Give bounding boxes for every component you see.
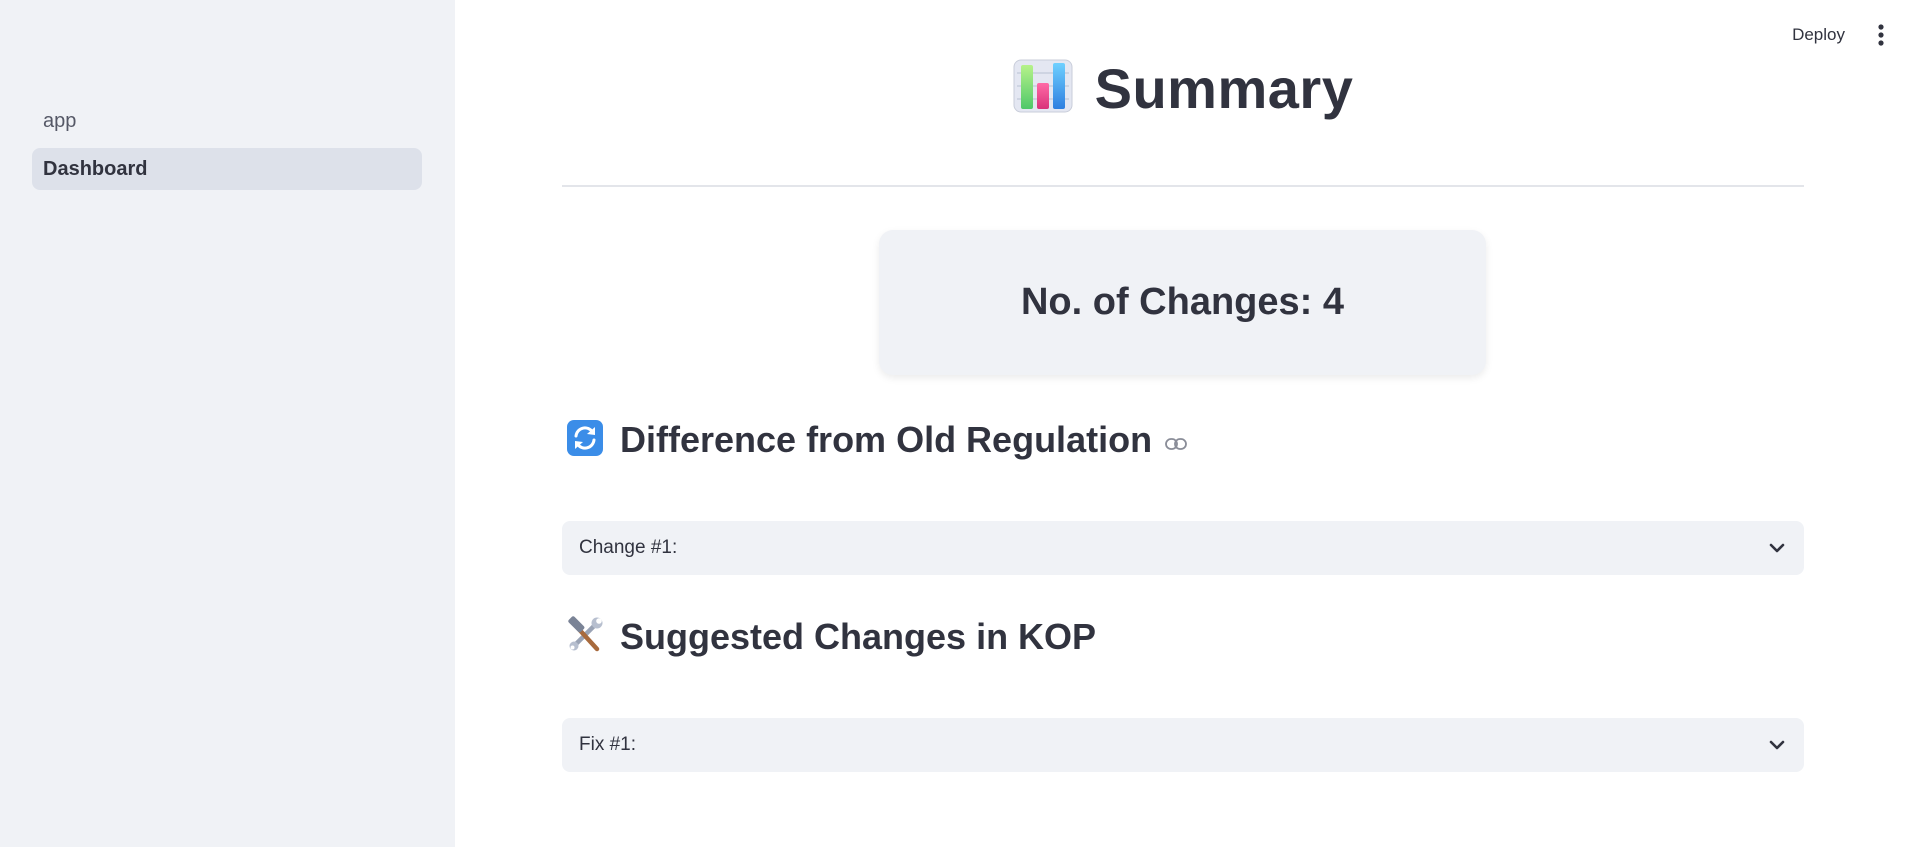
- sidebar-item-label: Dashboard: [43, 158, 148, 180]
- expander-change-1[interactable]: Change #1:: [562, 521, 1804, 575]
- sidebar-item-dashboard[interactable]: Dashboard: [32, 148, 422, 190]
- section-heading-suggested: Suggested Changes in KOP: [566, 612, 1096, 662]
- chevron-down-icon: [1766, 734, 1788, 756]
- page-title: Summary: [1094, 56, 1354, 120]
- expander-fix-1[interactable]: Fix #1:: [562, 718, 1804, 772]
- page-title-row: Summary: [562, 48, 1804, 128]
- expander-label: Fix #1:: [579, 734, 637, 755]
- divider: [562, 185, 1804, 187]
- counterclockwise-arrows-icon: [566, 419, 604, 462]
- expander-label: Change #1:: [579, 537, 678, 558]
- sidebar: app Dashboard: [0, 0, 455, 847]
- section-heading-text: Difference from Old Regulation: [620, 419, 1153, 460]
- main-content: Summary No. of Changes: 4 Difference fro…: [562, 0, 1804, 847]
- anchor-link-icon[interactable]: [1164, 432, 1188, 456]
- sidebar-item-app[interactable]: app: [32, 100, 422, 142]
- changes-count-card: No. of Changes: 4: [879, 230, 1486, 375]
- section-heading-difference: Difference from Old Regulation: [566, 415, 1188, 465]
- sidebar-item-label: app: [43, 110, 77, 132]
- bar-chart-icon: [1013, 59, 1073, 118]
- section-heading-text: Suggested Changes in KOP: [620, 616, 1097, 657]
- hammer-and-wrench-icon: [566, 615, 604, 659]
- chevron-down-icon: [1766, 537, 1788, 559]
- app-window: app Dashboard Deploy Summary No. of Chan…: [0, 0, 1911, 847]
- sidebar-nav: app Dashboard: [32, 100, 422, 196]
- changes-count-text: No. of Changes: 4: [1020, 281, 1345, 323]
- kebab-menu-icon[interactable]: [1871, 20, 1891, 50]
